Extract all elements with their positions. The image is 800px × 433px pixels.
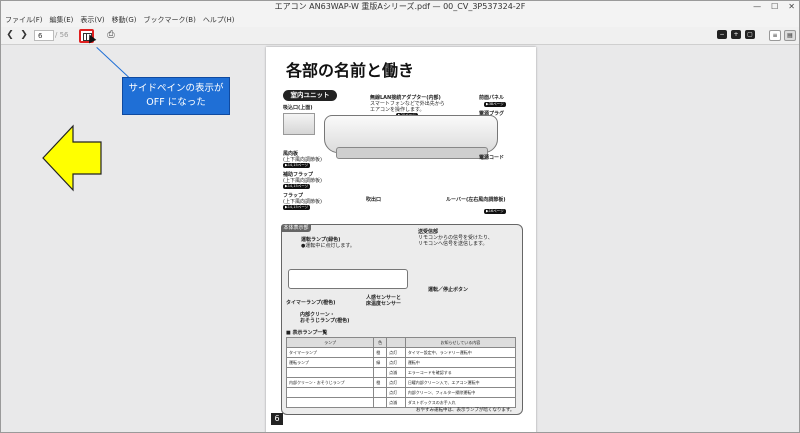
zoom-in-icon[interactable]: +	[731, 30, 741, 39]
intake-illustration	[283, 113, 315, 135]
callout-line-2: OFF になった	[146, 97, 206, 108]
table-row: 点灯 内部クリーン、フィルター掃除運転中	[285, 387, 517, 398]
menu-bar: ファイル(F) 編集(E) 表示(V) 移動(G) ブックマーク(B) ヘルプ(…	[1, 13, 799, 27]
label-stop-button: 運転／停止ボタン	[428, 287, 469, 293]
pdf-page: 各部の名前と働き 室内ユニット 吸込口(上面) 無線LAN接続アダプター(内部)…	[266, 47, 536, 432]
table-cell: タイマーランプ	[285, 347, 375, 358]
table-header-row: ランプ 色 お知らせしている内容	[285, 337, 517, 348]
table-cell	[285, 387, 375, 398]
page-total: / 56	[55, 31, 69, 39]
table-row: 点滅 ダストボックスのお手入れ	[285, 397, 517, 408]
table-cell: 点灯	[386, 377, 406, 388]
label-intake: 吸込口(上面)	[283, 105, 313, 111]
fit-page-icon[interactable]: ▢	[745, 30, 755, 39]
callout-line-1: サイドペインの表示が	[128, 83, 224, 94]
page-title: 各部の名前と働き	[286, 61, 415, 80]
close-icon[interactable]: ✕	[788, 1, 795, 13]
table-cell	[285, 397, 375, 408]
table-cell: 内部クリーン・おそうじランプ	[285, 377, 375, 388]
table-row: タイマーランプ 橙 点灯 タイマー設定中、ランドリー運転中	[285, 347, 517, 358]
callout-pointer	[96, 47, 132, 80]
window-title: エアコン AN63WAP-W 重版Aシリーズ.pdf — 00_CV_3P537…	[274, 2, 526, 11]
page-number-badge: 6	[271, 413, 283, 425]
pill-wind: ▶14,15ページ	[283, 163, 311, 168]
display-section-header: 本体表示部	[281, 224, 311, 232]
left-arrow-icon	[42, 124, 102, 192]
maximize-icon[interactable]: ☐	[771, 1, 778, 13]
toolbar: ❮ ❯ 6 / 56 ⎙	[1, 27, 799, 45]
page-number-input[interactable]: 6	[34, 30, 54, 41]
receiver-note-2: リモコンへ信号を送信します。	[418, 241, 488, 247]
run-lamp-note: ●運転中に点灯します。	[301, 243, 355, 249]
menu-view[interactable]: 表示(V)	[80, 13, 104, 27]
table-cell: 緑	[373, 357, 388, 368]
table-cell: 点滅	[386, 367, 406, 378]
label-louver: ルーバー(左右風向調節板)	[446, 197, 506, 203]
indoor-unit-panel	[336, 147, 488, 159]
menu-go[interactable]: 移動(G)	[112, 13, 137, 27]
table-cell: エラーコードを確認する	[404, 367, 517, 378]
table-cell: 点灯	[386, 347, 406, 358]
label-power-cord: 電源コード	[479, 155, 505, 161]
window-controls: — ☐ ✕	[753, 1, 795, 13]
table-cell	[373, 367, 388, 378]
table-row: 内部クリーン・おそうじランプ 橙 点灯 日曜内部クリーン入で、エアコン運転中	[285, 377, 517, 388]
table-cell: 運転ランプ	[285, 357, 375, 368]
table-cell	[285, 367, 375, 378]
label-sensor-2: 床温度センサー	[366, 301, 402, 307]
table-cell: 点滅	[386, 397, 406, 408]
back-icon[interactable]: ❮	[5, 29, 15, 42]
table-cell: 点灯	[386, 387, 406, 398]
scroll-mode-icon[interactable]: ≡	[769, 30, 781, 41]
title-bar: エアコン AN63WAP-W 重版Aシリーズ.pdf — 00_CV_3P537…	[1, 1, 799, 13]
table-cell	[373, 397, 388, 408]
table-row: 運転ランプ 緑 点灯 運転中	[285, 357, 517, 368]
lamp-table: ランプ 色 お知らせしている内容 タイマーランプ 橙 点灯 タイマー設定中、ラン…	[285, 337, 517, 408]
zoom-out-icon[interactable]: −	[717, 30, 727, 39]
label-timer-lamp: タイマーランプ(橙色)	[286, 300, 336, 306]
pill-front: ▶38ページ	[484, 102, 506, 107]
table-row: 点滅 エラーコードを確認する	[285, 367, 517, 378]
table-header-cell	[386, 337, 406, 348]
pill-louver: ▶16ページ	[484, 209, 506, 214]
table-header-cell: ランプ	[285, 337, 375, 348]
footnote: おやすみ運転中は、表示ランプが暗くなります。	[416, 408, 515, 413]
table-header-cell: 色	[373, 337, 388, 348]
menu-bookmarks[interactable]: ブックマーク(B)	[144, 13, 196, 27]
menu-file[interactable]: ファイル(F)	[5, 13, 43, 27]
print-icon[interactable]: ⎙	[105, 29, 117, 42]
label-clean-lamp-2: おそうじランプ(橙色)	[300, 318, 350, 324]
table-cell: タイマー設定中、ランドリー運転中	[404, 347, 517, 358]
table-cell: 橙	[373, 377, 388, 388]
table-cell: 内部クリーン、フィルター掃除運転中	[404, 387, 517, 398]
minimize-icon[interactable]: —	[753, 1, 761, 13]
forward-icon[interactable]: ❯	[19, 29, 29, 42]
label-front-panel: 前面パネル	[479, 95, 505, 101]
table-cell: 日曜内部クリーン入で、エアコン運転中	[404, 377, 517, 388]
table-cell: 点灯	[386, 357, 406, 368]
table-cell: 橙	[373, 347, 388, 358]
table-cell: ダストボックスのお手入れ	[404, 397, 517, 408]
annotation-callout: サイドペインの表示が OFF になった	[122, 77, 230, 115]
table-cell	[373, 387, 388, 398]
menu-help[interactable]: ヘルプ(H)	[203, 13, 235, 27]
label-outlet: 吹出口	[366, 197, 382, 203]
menu-edit[interactable]: 編集(E)	[50, 13, 74, 27]
display-panel-illustration	[288, 269, 408, 289]
page-view-icon[interactable]: ▤	[784, 30, 796, 41]
app-window: エアコン AN63WAP-W 重版Aシリーズ.pdf — 00_CV_3P537…	[0, 0, 800, 433]
pill-aux: ▶14,15ページ	[283, 184, 311, 189]
section-indoor-unit: 室内ユニット	[283, 90, 337, 101]
lamp-list-header: ■ 表示ランプ一覧	[286, 330, 328, 336]
table-header-cell: お知らせしている内容	[404, 337, 517, 348]
table-cell: 運転中	[404, 357, 517, 368]
pill-flap: ▶14,15ページ	[283, 205, 311, 210]
